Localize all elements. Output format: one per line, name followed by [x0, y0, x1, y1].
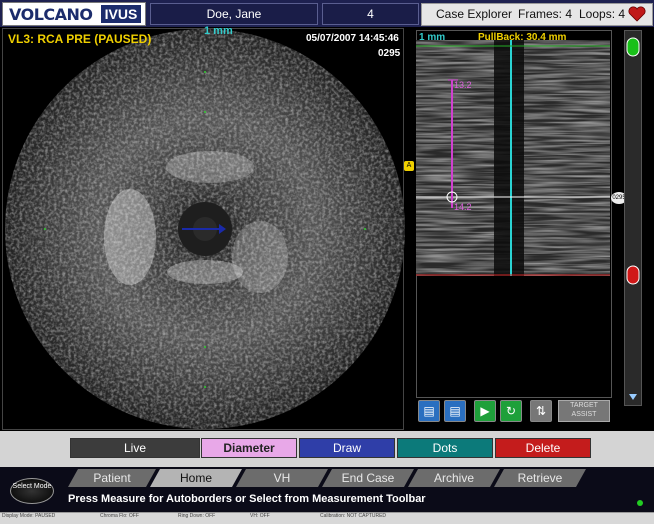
end-marker-icon[interactable] — [626, 265, 640, 285]
tab-patient[interactable]: Patient — [68, 469, 156, 487]
measurement-top: 13.2 — [454, 80, 472, 90]
case-explorer-label[interactable]: Case Explorer — [436, 4, 512, 25]
loop-icon[interactable]: ↻ — [500, 400, 522, 422]
longitudinal-image[interactable] — [416, 40, 610, 276]
status-vh: VH: OFF — [250, 513, 270, 519]
ivus-cross-section-image[interactable] — [0, 27, 410, 431]
tab-end-case[interactable]: End Case — [322, 469, 414, 487]
pullback-slider-markers — [626, 37, 640, 400]
tab-home[interactable]: Home — [150, 469, 242, 487]
play-icon[interactable]: ▶ — [474, 400, 496, 422]
diameter-button[interactable]: Diameter — [201, 438, 297, 458]
select-mode-button[interactable]: Select Mode — [10, 478, 54, 504]
case-number: 4 — [322, 3, 419, 25]
status-chroma-flo: Chroma Flo: OFF — [100, 513, 139, 519]
frames-count: Frames: 4 — [518, 7, 573, 21]
tab-vh[interactable]: VH — [236, 469, 328, 487]
target-assist-button[interactable]: TARGET ASSIST — [558, 400, 610, 422]
status-display-mode: Display Mode: PAUSED — [2, 513, 56, 519]
pullback-length: PullBack: 30.4 mm — [478, 32, 567, 43]
tab-archive[interactable]: Archive — [408, 469, 500, 487]
frame-left-icon[interactable]: ▤ — [418, 400, 440, 422]
scroll-down-icon[interactable] — [629, 394, 637, 400]
status-calibration: Calibration: NOT CAPTURED — [320, 513, 387, 519]
patient-name: Doe, Jane — [150, 3, 318, 25]
live-button[interactable]: Live — [70, 438, 200, 458]
acquisition-datetime: 05/07/2007 14:45:46 — [306, 33, 399, 44]
frame-number: 0295 — [378, 48, 401, 59]
measurement-bottom: 14.2 — [454, 202, 472, 212]
status-indicator-icon — [637, 500, 643, 506]
split-icon[interactable]: ⇅ — [530, 400, 552, 422]
ivus-scale-label: 1 mm — [204, 25, 233, 37]
heart-icon[interactable] — [628, 6, 646, 29]
left-position-marker[interactable]: A — [404, 161, 414, 171]
frame-right-icon[interactable]: ▤ — [444, 400, 466, 422]
logo-volcano-text: VOLCANO — [9, 5, 93, 24]
tab-retrieve[interactable]: Retrieve — [494, 469, 586, 487]
longitudinal-scale-label: 1 mm — [419, 32, 446, 43]
volcano-logo: VOLCANO IVUS — [2, 2, 146, 26]
draw-button[interactable]: Draw — [299, 438, 395, 458]
start-marker-icon[interactable] — [626, 37, 640, 57]
status-message: Press Measure for Autoborders or Select … — [68, 493, 426, 505]
delete-button[interactable]: Delete — [495, 438, 591, 458]
status-ring-down: Ring Down: OFF — [178, 513, 216, 519]
logo-ivus-text: IVUS — [101, 5, 141, 23]
loops-count: Loops: 4 — [579, 7, 626, 21]
loop-title: VL3: RCA PRE (PAUSED) — [8, 32, 152, 46]
dots-button[interactable]: Dots — [397, 438, 493, 458]
case-explorer-bar[interactable]: Case Explorer Frames: 4 Loops: 4 — [421, 3, 653, 26]
